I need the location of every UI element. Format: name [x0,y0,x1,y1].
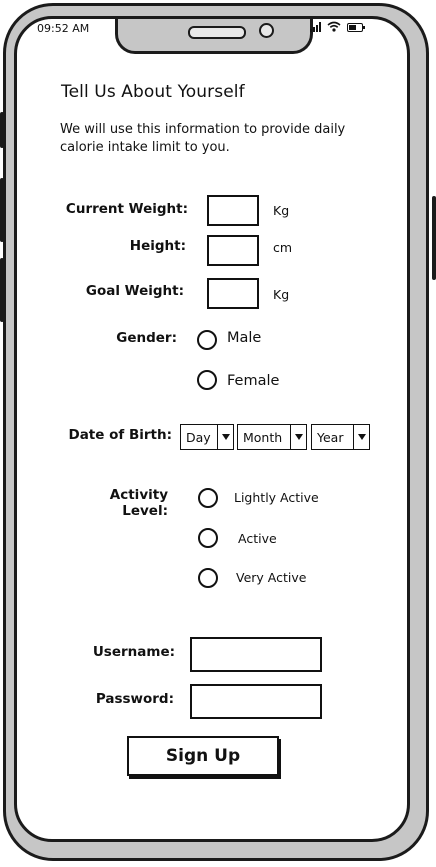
gender-label: Gender: [116,330,177,346]
dob-year-select[interactable]: Year [311,424,370,450]
phone-notch [115,19,313,54]
chevron-down-icon[interactable] [290,425,306,449]
activity-radio-lightly-active[interactable] [198,488,218,508]
goal-weight-input[interactable] [207,278,259,309]
current-weight-input[interactable] [207,195,259,226]
side-button-left-1 [0,112,4,148]
gender-radio-female[interactable] [197,370,217,390]
status-icons [310,21,365,32]
goal-weight-unit: Kg [273,287,290,302]
username-label: Username: [92,644,175,660]
goal-weight-label: Goal Weight: [85,283,184,299]
page-subtitle: We will use this information to provide … [60,122,346,155]
gender-option-male[interactable]: Male [227,330,261,346]
current-weight-label: Current Weight: [65,201,188,217]
chevron-down-icon[interactable] [353,425,369,449]
cellular-signal-icon [310,22,321,32]
wifi-icon [327,21,341,32]
gender-radio-male[interactable] [197,330,217,350]
chevron-down-icon[interactable] [217,425,233,449]
dob-month-select[interactable]: Month [237,424,307,450]
gender-option-female[interactable]: Female [227,373,279,389]
dob-year-value: Year [317,429,344,445]
activity-option-active[interactable]: Active [238,531,277,546]
side-button-left-3 [0,258,4,322]
battery-icon [347,23,365,32]
current-weight-unit: Kg [273,203,290,218]
activity-radio-active[interactable] [198,528,218,548]
activity-radio-very-active[interactable] [198,568,218,588]
dob-day-select[interactable]: Day [180,424,234,450]
sign-up-button[interactable]: Sign Up [127,736,279,776]
status-time: 09:52 AM [37,22,90,35]
activity-label: Activity Level: [109,487,168,519]
password-input[interactable] [190,684,322,719]
dob-label: Date of Birth: [68,427,172,443]
height-input[interactable] [207,235,259,266]
height-label: Height: [129,238,186,254]
speaker-icon [188,26,246,39]
side-button-right [432,196,436,280]
camera-icon [259,23,274,38]
page-title: Tell Us About Yourself [61,82,245,102]
activity-option-very-active[interactable]: Very Active [236,570,306,585]
dob-month-value: Month [243,429,283,445]
password-label: Password: [95,691,174,707]
side-button-left-2 [0,178,4,242]
height-unit: cm [273,240,293,255]
dob-day-value: Day [186,429,211,445]
activity-option-lightly-active[interactable]: Lightly Active [234,490,319,505]
username-input[interactable] [190,637,322,672]
